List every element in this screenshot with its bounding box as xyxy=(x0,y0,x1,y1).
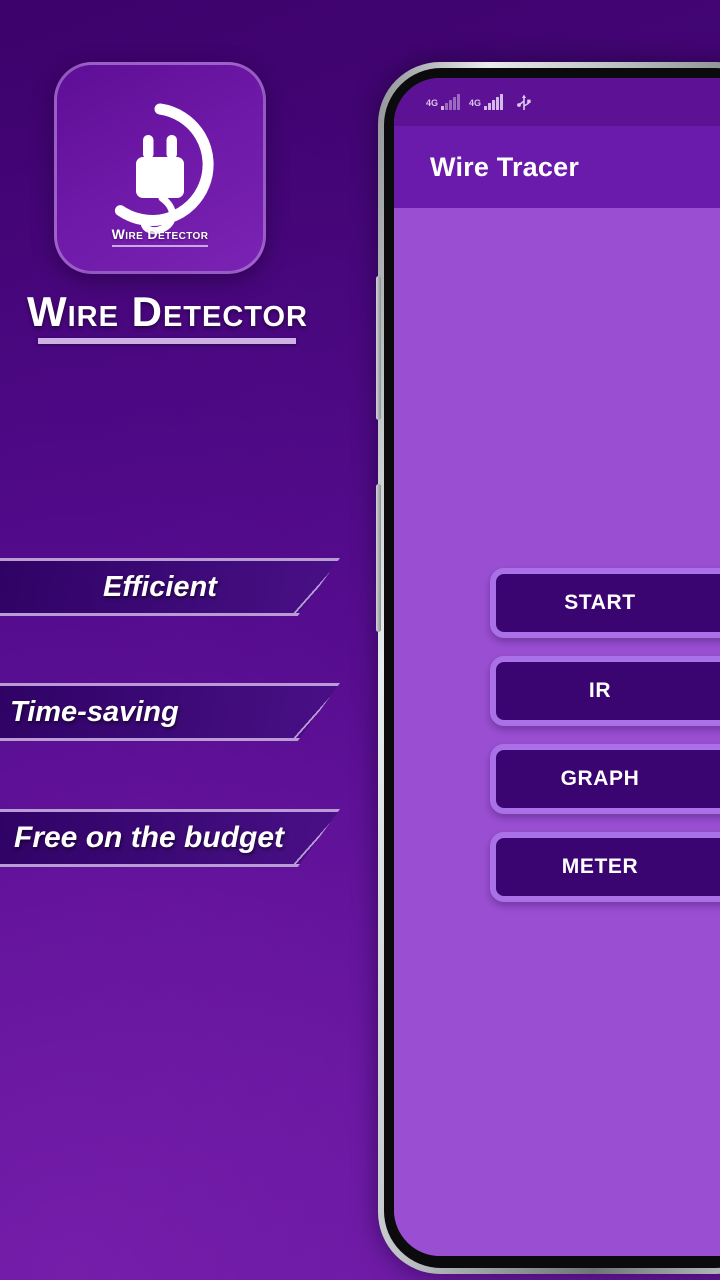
app-title: Wire Detector xyxy=(26,288,309,335)
promo-column: Wire Detector Wire Detector Efficient Ti… xyxy=(0,0,380,1280)
volume-up-button[interactable] xyxy=(376,276,381,420)
start-button[interactable]: START xyxy=(490,568,720,638)
action-button-stack: START IR GRAPH METER xyxy=(490,568,720,902)
phone-screen: 4G 4G Wire Tracer START IR GRAPH METER xyxy=(394,78,720,1256)
graph-button[interactable]: GRAPH xyxy=(490,744,720,814)
plug-icon xyxy=(114,103,214,235)
app-bar-title: Wire Tracer xyxy=(430,151,580,182)
app-bar: Wire Tracer xyxy=(394,126,720,208)
network-type-label: 4G xyxy=(426,97,439,108)
feature-banner: Efficient xyxy=(0,558,340,616)
signal-indicator-2: 4G xyxy=(468,93,503,110)
app-title-underline xyxy=(38,338,296,344)
meter-button[interactable]: METER xyxy=(490,832,720,902)
feature-banner-label: Time-saving xyxy=(10,695,179,728)
signal-bars-icon xyxy=(484,93,503,110)
network-type-label: 4G xyxy=(468,97,481,108)
feature-banner: Free on the budget xyxy=(0,809,340,867)
status-bar: 4G 4G xyxy=(394,78,720,126)
screen-content: START IR GRAPH METER xyxy=(394,208,720,1256)
app-icon-tile: Wire Detector xyxy=(54,62,266,274)
signal-indicator-1: 4G xyxy=(426,93,460,110)
ir-button[interactable]: IR xyxy=(490,656,720,726)
signal-bars-icon xyxy=(441,93,460,110)
app-icon-caption: Wire Detector xyxy=(57,226,263,247)
feature-banner-label: Free on the budget xyxy=(14,821,284,854)
phone-mockup: 4G 4G Wire Tracer START IR GRAPH METER xyxy=(376,62,720,1274)
usb-icon xyxy=(517,94,531,110)
volume-down-button[interactable] xyxy=(376,484,381,632)
feature-banner-label: Efficient xyxy=(103,570,217,603)
feature-banner: Time-saving xyxy=(0,683,340,741)
